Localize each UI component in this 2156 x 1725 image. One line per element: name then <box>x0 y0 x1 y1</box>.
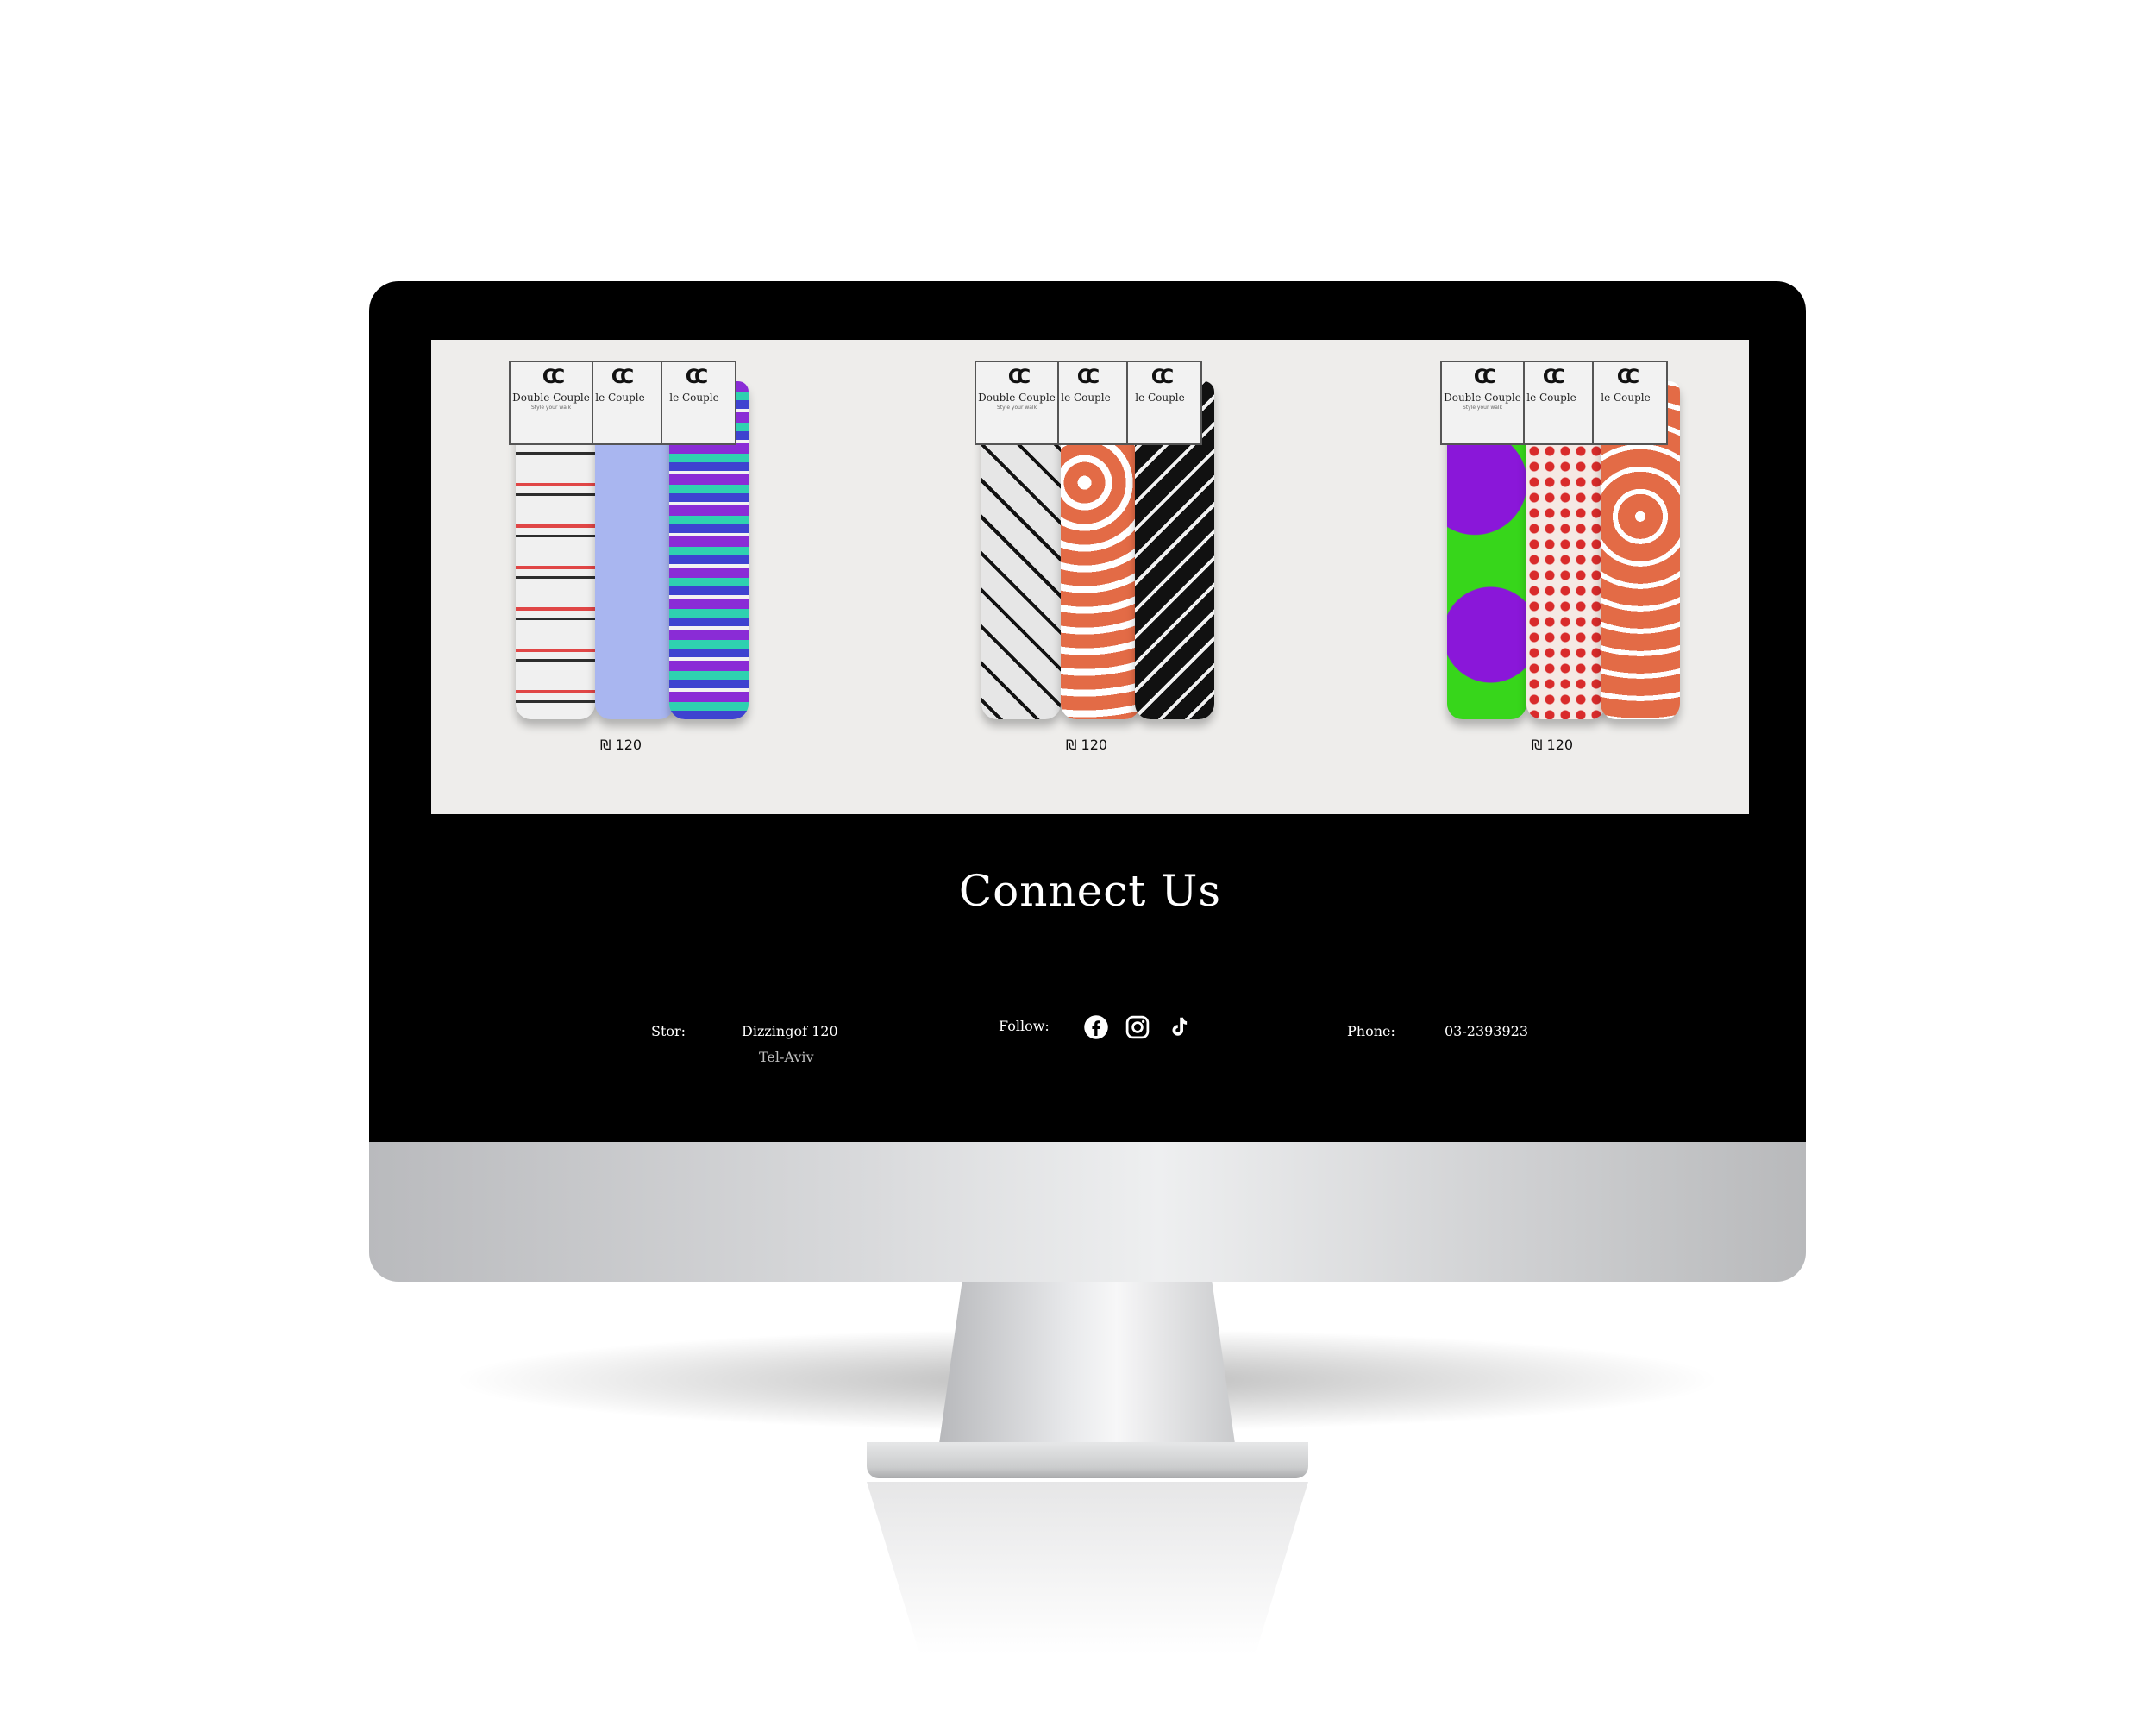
monitor-stand-base <box>867 1442 1308 1478</box>
facebook-icon[interactable] <box>1083 1014 1109 1040</box>
currency-symbol: ₪ <box>599 737 611 753</box>
product-card[interactable]: CC le Couple CC le Couple CC Double Coup… <box>940 357 1233 762</box>
products-section: CC le Couple CC le Couple CC Double Coup… <box>431 340 1749 814</box>
store-address: Dizzingof 120 <box>742 1023 838 1039</box>
follow-label: Follow: <box>999 1018 1050 1034</box>
pack-label-back: CC le Couple <box>1118 361 1202 445</box>
currency-symbol: ₪ <box>1065 737 1077 753</box>
product-image[interactable]: CC le Couple CC le Couple CC Double Coup… <box>474 357 768 719</box>
product-image[interactable]: CC le Couple CC le Couple CC Double Coup… <box>1406 357 1699 719</box>
price-value: 120 <box>1081 737 1108 753</box>
product-image[interactable]: CC le Couple CC le Couple CC Double Coup… <box>940 357 1233 719</box>
pack-label-back: CC le Couple <box>652 361 736 445</box>
product-card[interactable]: CC le Couple CC le Couple CC Double Coup… <box>474 357 768 762</box>
footer-title: Connect Us <box>958 866 1222 916</box>
instagram-icon[interactable] <box>1125 1014 1150 1040</box>
pack-label-front: CC Double Couple Style your walk <box>509 361 593 445</box>
website-screen: CC le Couple CC le Couple CC Double Coup… <box>431 340 1749 1083</box>
store-label: Stor: <box>651 1023 686 1039</box>
pack-label-front: CC Double Couple Style your walk <box>975 361 1059 445</box>
monitor-stand-neck <box>938 1282 1236 1450</box>
monitor-bezel: CC le Couple CC le Couple CC Double Coup… <box>369 281 1806 1142</box>
product-card[interactable]: CC le Couple CC le Couple CC Double Coup… <box>1406 357 1699 762</box>
product-price: ₪ 120 <box>940 737 1233 753</box>
monitor-stand-reflection <box>867 1482 1308 1654</box>
store-city: Tel-Aviv <box>759 1049 814 1065</box>
price-value: 120 <box>1546 737 1574 753</box>
price-value: 120 <box>615 737 642 753</box>
phone-label: Phone: <box>1347 1023 1395 1039</box>
phone-value[interactable]: 03-2393923 <box>1445 1023 1528 1039</box>
pack-label-back: CC le Couple <box>1583 361 1668 445</box>
product-price: ₪ 120 <box>474 737 768 753</box>
monitor: CC le Couple CC le Couple CC Double Coup… <box>369 281 1806 1282</box>
pack-label-front: CC Double Couple Style your walk <box>1440 361 1525 445</box>
tiktok-icon[interactable] <box>1166 1014 1192 1040</box>
footer: Connect Us Stor: Dizzingof 120 Tel-Aviv … <box>431 814 1749 1083</box>
product-price: ₪ 120 <box>1406 737 1699 753</box>
currency-symbol: ₪ <box>1531 737 1543 753</box>
